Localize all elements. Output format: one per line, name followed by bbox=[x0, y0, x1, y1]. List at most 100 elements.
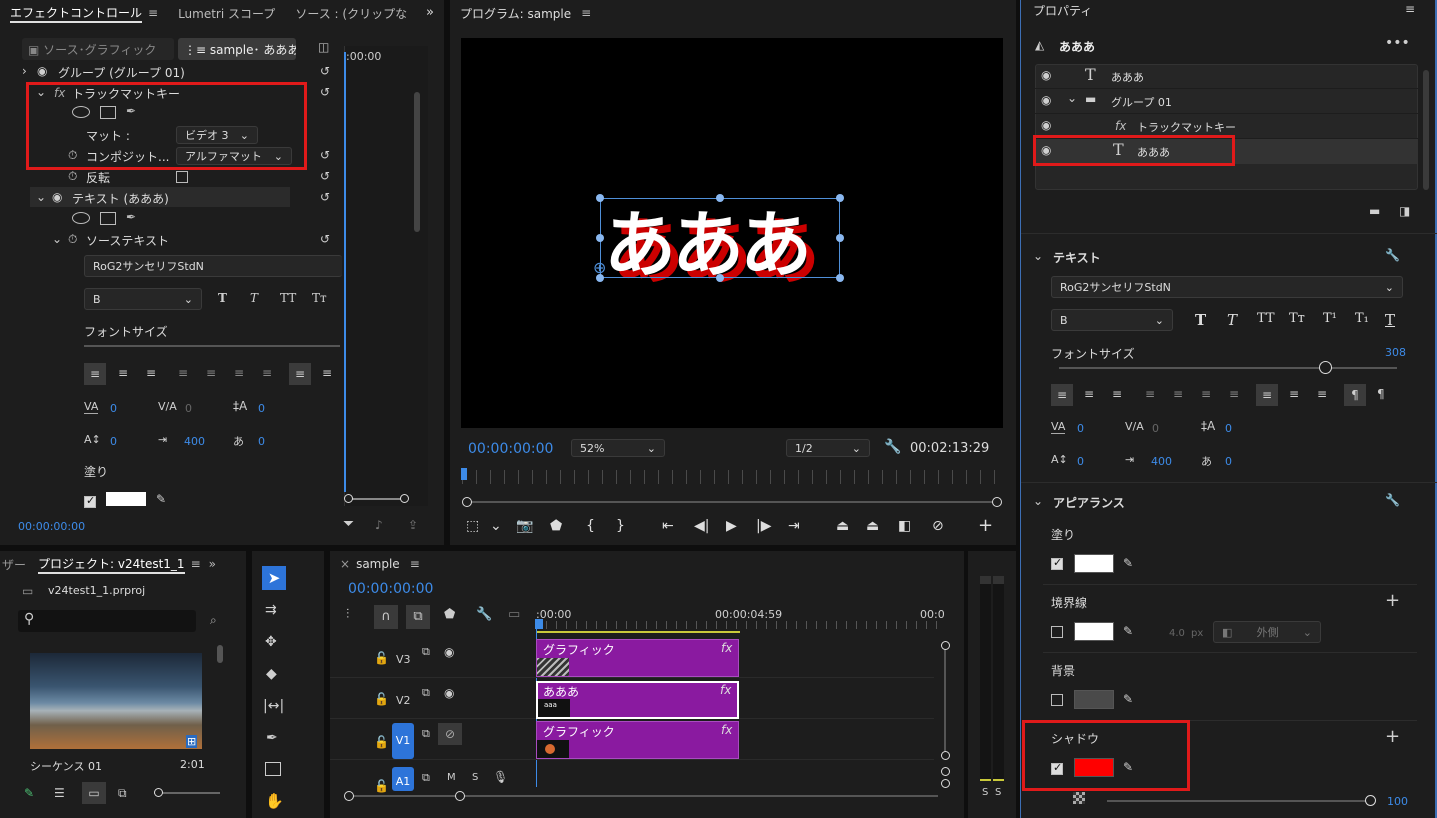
wrench-icon[interactable]: 🔧 bbox=[476, 607, 492, 622]
superscript-icon[interactable]: T¹ bbox=[1323, 311, 1337, 326]
add-button-icon[interactable]: + bbox=[978, 515, 993, 536]
effect-timecode[interactable]: 00:00:00:00 bbox=[18, 520, 85, 533]
layer-row[interactable]: ◉ ⌄ ▬ グループ 01 bbox=[1035, 89, 1418, 114]
export-icon[interactable]: ⇪ bbox=[408, 518, 418, 532]
safe-margins-icon[interactable]: ⬚ bbox=[466, 518, 479, 534]
align-right-icon[interactable]: ≡ bbox=[146, 366, 156, 380]
timeline-ruler[interactable] bbox=[536, 621, 940, 629]
all-caps-icon[interactable]: TT bbox=[1257, 311, 1275, 326]
baseline-value[interactable]: 0 bbox=[1077, 455, 1084, 468]
tsume-value[interactable]: 0 bbox=[1225, 455, 1232, 468]
tab-previous[interactable]: ザー bbox=[2, 556, 26, 573]
clip-graphic-v3[interactable]: グラフィック fx bbox=[536, 639, 739, 677]
program-scrollbar[interactable] bbox=[464, 501, 998, 503]
shadow-opacity-slider[interactable] bbox=[1107, 795, 1376, 806]
add-stroke-icon[interactable]: + bbox=[1385, 590, 1400, 611]
faux-bold-icon[interactable]: T bbox=[218, 291, 227, 305]
transform-handle[interactable] bbox=[836, 194, 844, 202]
justify-right-icon[interactable]: ≡ bbox=[234, 366, 244, 380]
linked-selection-icon[interactable]: ⧉ bbox=[406, 605, 430, 629]
ltr-direction-icon[interactable]: ¶ bbox=[1344, 384, 1366, 406]
sync-icon[interactable]: ⧉ bbox=[422, 686, 430, 700]
stroke-checkbox[interactable] bbox=[1051, 626, 1063, 638]
eye-icon[interactable]: ◉ bbox=[52, 190, 62, 204]
find-icon[interactable]: ⌕ bbox=[210, 613, 217, 628]
clip-text-v2[interactable]: あああ fx aaa bbox=[536, 681, 739, 719]
lift-icon[interactable]: ⏏ bbox=[836, 518, 849, 534]
eyedropper-icon[interactable]: ✎ bbox=[156, 492, 166, 506]
justify-all-icon[interactable]: ≡ bbox=[262, 366, 272, 380]
go-to-out-icon[interactable]: ⇥ bbox=[788, 518, 800, 534]
align-top-icon[interactable]: ≡ bbox=[1256, 384, 1278, 406]
solo-left[interactable]: S bbox=[982, 787, 988, 798]
playhead-line[interactable] bbox=[344, 52, 346, 492]
ellipse-mask-icon[interactable] bbox=[72, 212, 90, 224]
transform-handle[interactable] bbox=[596, 194, 604, 202]
filter-icon[interactable]: ⏷ bbox=[343, 516, 354, 532]
matte-dropdown[interactable]: ビデオ 3 ⌄ bbox=[176, 126, 258, 144]
fill-swatch[interactable] bbox=[106, 492, 146, 506]
snap-icon[interactable]: ∩ bbox=[374, 605, 398, 629]
wrench-icon[interactable]: 🔧 bbox=[1385, 493, 1400, 507]
scroll-handle[interactable] bbox=[941, 779, 950, 788]
rectangle-mask-icon[interactable] bbox=[100, 106, 116, 119]
lock-icon[interactable]: 🔓 bbox=[374, 692, 389, 706]
sync-icon[interactable]: ⧉ bbox=[422, 645, 430, 659]
lock-icon[interactable]: 🔓 bbox=[374, 735, 389, 749]
shadow-opacity-value[interactable]: 100 bbox=[1387, 795, 1408, 808]
layer-row[interactable]: ◉ T あああ bbox=[1035, 64, 1418, 89]
fill-checkbox[interactable] bbox=[84, 494, 96, 508]
sync-icon[interactable]: ⧉ bbox=[422, 727, 430, 741]
composite-dropdown[interactable]: アルファマット ⌄ bbox=[176, 147, 292, 165]
eye-icon[interactable]: ◉ bbox=[444, 686, 454, 700]
list-view-icon[interactable]: ☰ bbox=[54, 786, 65, 800]
ripple-edit-tool-icon[interactable]: ✥ bbox=[265, 634, 277, 650]
eye-hidden-icon[interactable]: ⊘ bbox=[438, 723, 462, 745]
tab-width-value[interactable]: 400 bbox=[1151, 455, 1172, 468]
track-label-v3[interactable]: V3 bbox=[396, 653, 411, 666]
freeform-view-icon[interactable]: ⧉ bbox=[118, 786, 127, 801]
justify-center-icon[interactable]: ≡ bbox=[206, 366, 216, 380]
scroll-handle[interactable] bbox=[344, 791, 354, 801]
scroll-handle[interactable] bbox=[941, 641, 950, 650]
justify-center-icon[interactable]: ≡ bbox=[1173, 387, 1183, 401]
reset-icon[interactable]: ↺ bbox=[320, 64, 330, 78]
chevron-down-icon[interactable]: ⌄ bbox=[490, 518, 502, 534]
tab-source[interactable]: ソース : (クリップな bbox=[295, 5, 407, 22]
sequence-thumbnail[interactable] bbox=[30, 653, 202, 749]
tab-effect-controls[interactable]: エフェクトコントロール bbox=[10, 4, 143, 23]
align-top-icon[interactable]: ≡ bbox=[289, 363, 311, 385]
scroll-handle-left[interactable] bbox=[462, 497, 472, 507]
stopwatch-icon[interactable]: ⏱ bbox=[68, 232, 77, 247]
eye-icon[interactable]: ◉ bbox=[1041, 93, 1051, 107]
panel-toggle-icon[interactable]: ◫ bbox=[318, 40, 329, 54]
resolution-dropdown[interactable]: 1/2 ⌄ bbox=[786, 439, 870, 457]
transform-handle[interactable] bbox=[716, 194, 724, 202]
text-bounding-box[interactable] bbox=[600, 198, 840, 278]
font-size-slider[interactable] bbox=[1059, 361, 1397, 374]
chevron-down-icon[interactable]: ⌄ bbox=[1033, 249, 1043, 263]
subscript-icon[interactable]: T₁ bbox=[1355, 311, 1369, 326]
transform-handle[interactable] bbox=[836, 234, 844, 242]
hamburger-icon[interactable]: ≡ bbox=[1405, 2, 1415, 16]
chevron-down-icon[interactable]: ⌄ bbox=[36, 190, 46, 204]
tracking-value[interactable]: 0 bbox=[1152, 422, 1159, 435]
scroll-handle[interactable] bbox=[941, 751, 950, 760]
faux-bold-icon[interactable]: T bbox=[1195, 311, 1206, 329]
small-caps-icon[interactable]: Tт bbox=[1289, 311, 1305, 326]
slip-tool-icon[interactable]: |↔| bbox=[263, 698, 284, 714]
font-style-dropdown[interactable]: B ⌄ bbox=[1051, 309, 1173, 331]
stroke-position-dropdown[interactable]: ◧ 外側 ⌄ bbox=[1213, 621, 1321, 643]
mark-in-icon[interactable]: { bbox=[586, 518, 595, 534]
eye-icon[interactable]: ◉ bbox=[444, 645, 454, 659]
timeline-v-scroll[interactable] bbox=[944, 645, 946, 757]
sync-icon[interactable]: ⧉ bbox=[422, 771, 430, 785]
compare-view-icon[interactable]: ◧ bbox=[898, 518, 911, 534]
timeline-timecode[interactable]: 00:00:00:00 bbox=[348, 581, 433, 597]
play-icon[interactable]: ▶ bbox=[726, 518, 737, 534]
pen-mask-icon[interactable]: ✒ bbox=[126, 210, 136, 224]
hamburger-icon[interactable]: ≡ bbox=[191, 557, 201, 571]
justify-all-icon[interactable]: ≡ bbox=[1229, 387, 1239, 401]
pen-tool-icon[interactable]: ✒ bbox=[266, 730, 278, 746]
eye-icon[interactable]: ◉ bbox=[1041, 68, 1051, 82]
